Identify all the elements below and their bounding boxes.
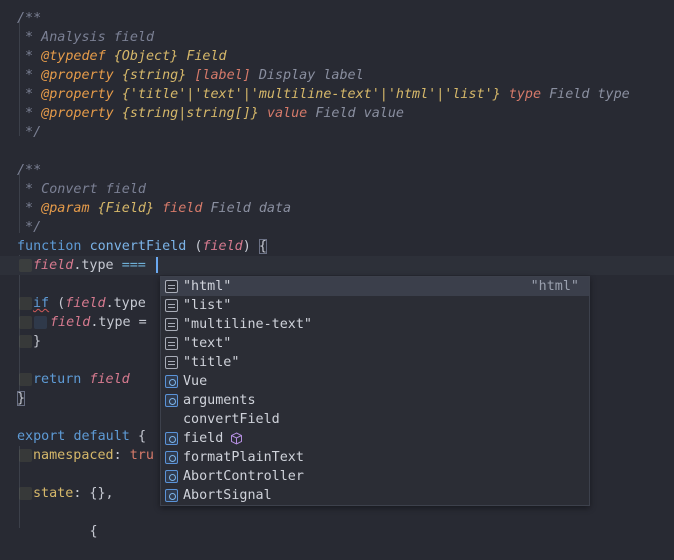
text-value-icon	[165, 280, 178, 293]
text-value-icon	[165, 356, 178, 369]
indent-marker	[19, 297, 32, 310]
text-value-icon	[165, 337, 178, 350]
autocomplete-item[interactable]: AbortSignal	[161, 486, 589, 505]
code-line-26: state: {},	[0, 484, 160, 503]
code-line-28: {	[17, 524, 98, 539]
variable-icon	[165, 451, 178, 464]
code-line-5: * @property {'title'|'text'|'multiline-t…	[17, 87, 630, 102]
indent-marker	[19, 335, 32, 348]
indent-marker	[19, 259, 32, 272]
code-line-12: */	[17, 220, 42, 235]
autocomplete-item[interactable]: AbortController	[161, 467, 589, 486]
autocomplete-item[interactable]: field	[161, 429, 589, 448]
indent-marker	[19, 316, 32, 329]
variable-icon	[165, 394, 178, 407]
autocomplete-item[interactable]: "text"	[161, 334, 589, 353]
autocomplete-item[interactable]: Vue	[161, 372, 589, 391]
autocomplete-item[interactable]: convertField	[161, 410, 589, 445]
code-line-16: if (field.type	[0, 294, 160, 313]
matching-brace: {	[258, 239, 267, 254]
variable-icon	[165, 432, 178, 445]
code-line-13: function convertField (field) {	[17, 239, 267, 254]
code-line-9: /**	[17, 163, 42, 178]
code-line-2: * Analysis field	[17, 30, 155, 45]
method-cube-icon	[165, 413, 242, 445]
indent-marker	[19, 487, 32, 500]
code-line-14-current[interactable]: field.type ===	[0, 256, 674, 275]
code-line-18: }	[0, 332, 41, 351]
autocomplete-item[interactable]: "title"	[161, 353, 589, 372]
code-line-11: * @param {Field} field Field data	[17, 201, 292, 216]
code-line-7: */	[17, 125, 42, 140]
variable-icon	[165, 489, 178, 502]
indent-marker	[19, 449, 32, 462]
autocomplete-item[interactable]: arguments	[161, 391, 589, 410]
text-caret	[155, 257, 158, 273]
code-line-4: * @property {string} [label] Display lab…	[17, 68, 364, 83]
code-editor[interactable]: /** * Analysis field * @typedef {Object}…	[0, 0, 674, 539]
autocomplete-item[interactable]: "multiline-text"	[161, 315, 589, 334]
variable-icon	[165, 470, 178, 483]
code-line-3: * @typedef {Object} Field	[17, 49, 227, 64]
autocomplete-item[interactable]: formatPlainText	[161, 448, 589, 467]
autocomplete-popup[interactable]: "html" "html" "list" "multiline-text" "te…	[160, 276, 590, 506]
code-line-21: }	[17, 389, 26, 408]
code-line-10: * Convert field	[17, 182, 146, 197]
text-value-icon	[165, 299, 178, 312]
code-line-20: return field	[0, 370, 130, 389]
code-line-17: field.type =	[0, 313, 160, 332]
autocomplete-item[interactable]: "list"	[161, 296, 589, 315]
variable-icon	[165, 375, 178, 388]
completion-type-hint: "html"	[530, 279, 579, 294]
code-line-24: namespaced: tru	[0, 446, 160, 465]
code-line-1: /**	[17, 11, 42, 26]
indent-marker	[19, 373, 32, 386]
code-line-6: * @property {string|string[]} value Fiel…	[17, 106, 404, 121]
code-line-23: export default {	[17, 429, 146, 444]
autocomplete-item[interactable]: "html" "html"	[161, 277, 589, 296]
matching-brace: }	[17, 391, 26, 406]
indent-marker	[34, 316, 47, 329]
text-value-icon	[165, 318, 178, 331]
